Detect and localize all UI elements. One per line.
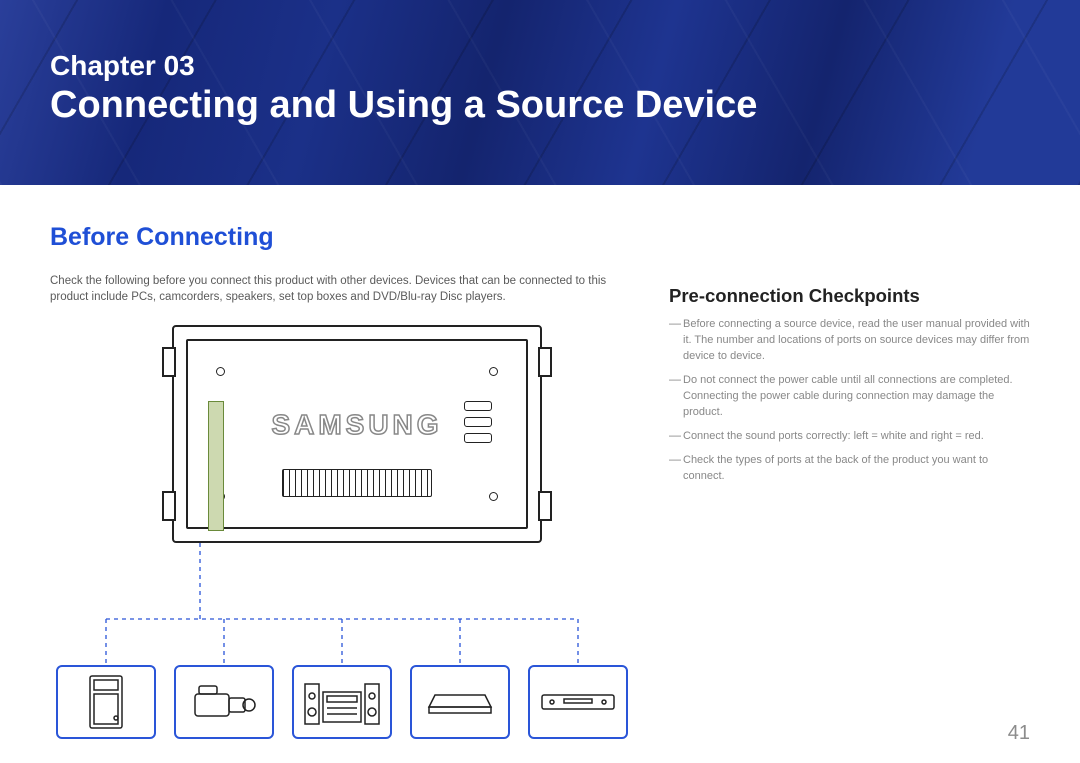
chapter-label: Chapter 03 xyxy=(50,50,1030,82)
device-camcorder xyxy=(174,665,274,739)
monitor-back-illustration: SAMSUNG xyxy=(172,325,542,543)
device-speaker-system xyxy=(292,665,392,739)
device-disc-player xyxy=(528,665,628,739)
chapter-title: Connecting and Using a Source Device xyxy=(50,84,1030,127)
vent-icon xyxy=(282,469,432,497)
page-number: 41 xyxy=(1008,722,1030,745)
device-row xyxy=(50,665,645,739)
checkpoints-heading: Pre-connection Checkpoints xyxy=(669,285,1030,307)
chapter-banner: Chapter 03 Connecting and Using a Source… xyxy=(0,0,1080,185)
checkpoint-item: Connect the sound ports correctly: left … xyxy=(669,429,1030,445)
checkpoint-item: Check the types of ports at the back of … xyxy=(669,453,1030,485)
right-column: Pre-connection Checkpoints Before connec… xyxy=(669,223,1030,739)
port-panel-highlight xyxy=(208,401,224,531)
checkpoint-item: Before connecting a source device, read … xyxy=(669,317,1030,365)
section-heading: Before Connecting xyxy=(50,223,645,252)
rear-slots-icon xyxy=(464,401,492,459)
device-pc-tower xyxy=(56,665,156,739)
connection-diagram: SAMSUNG xyxy=(50,319,645,739)
checkpoint-item: Do not connect the power cable until all… xyxy=(669,373,1030,421)
section-intro: Check the following before you connect t… xyxy=(50,274,645,305)
left-column: Before Connecting Check the following be… xyxy=(50,223,645,739)
content-area: Before Connecting Check the following be… xyxy=(0,185,1080,739)
device-set-top-box xyxy=(410,665,510,739)
